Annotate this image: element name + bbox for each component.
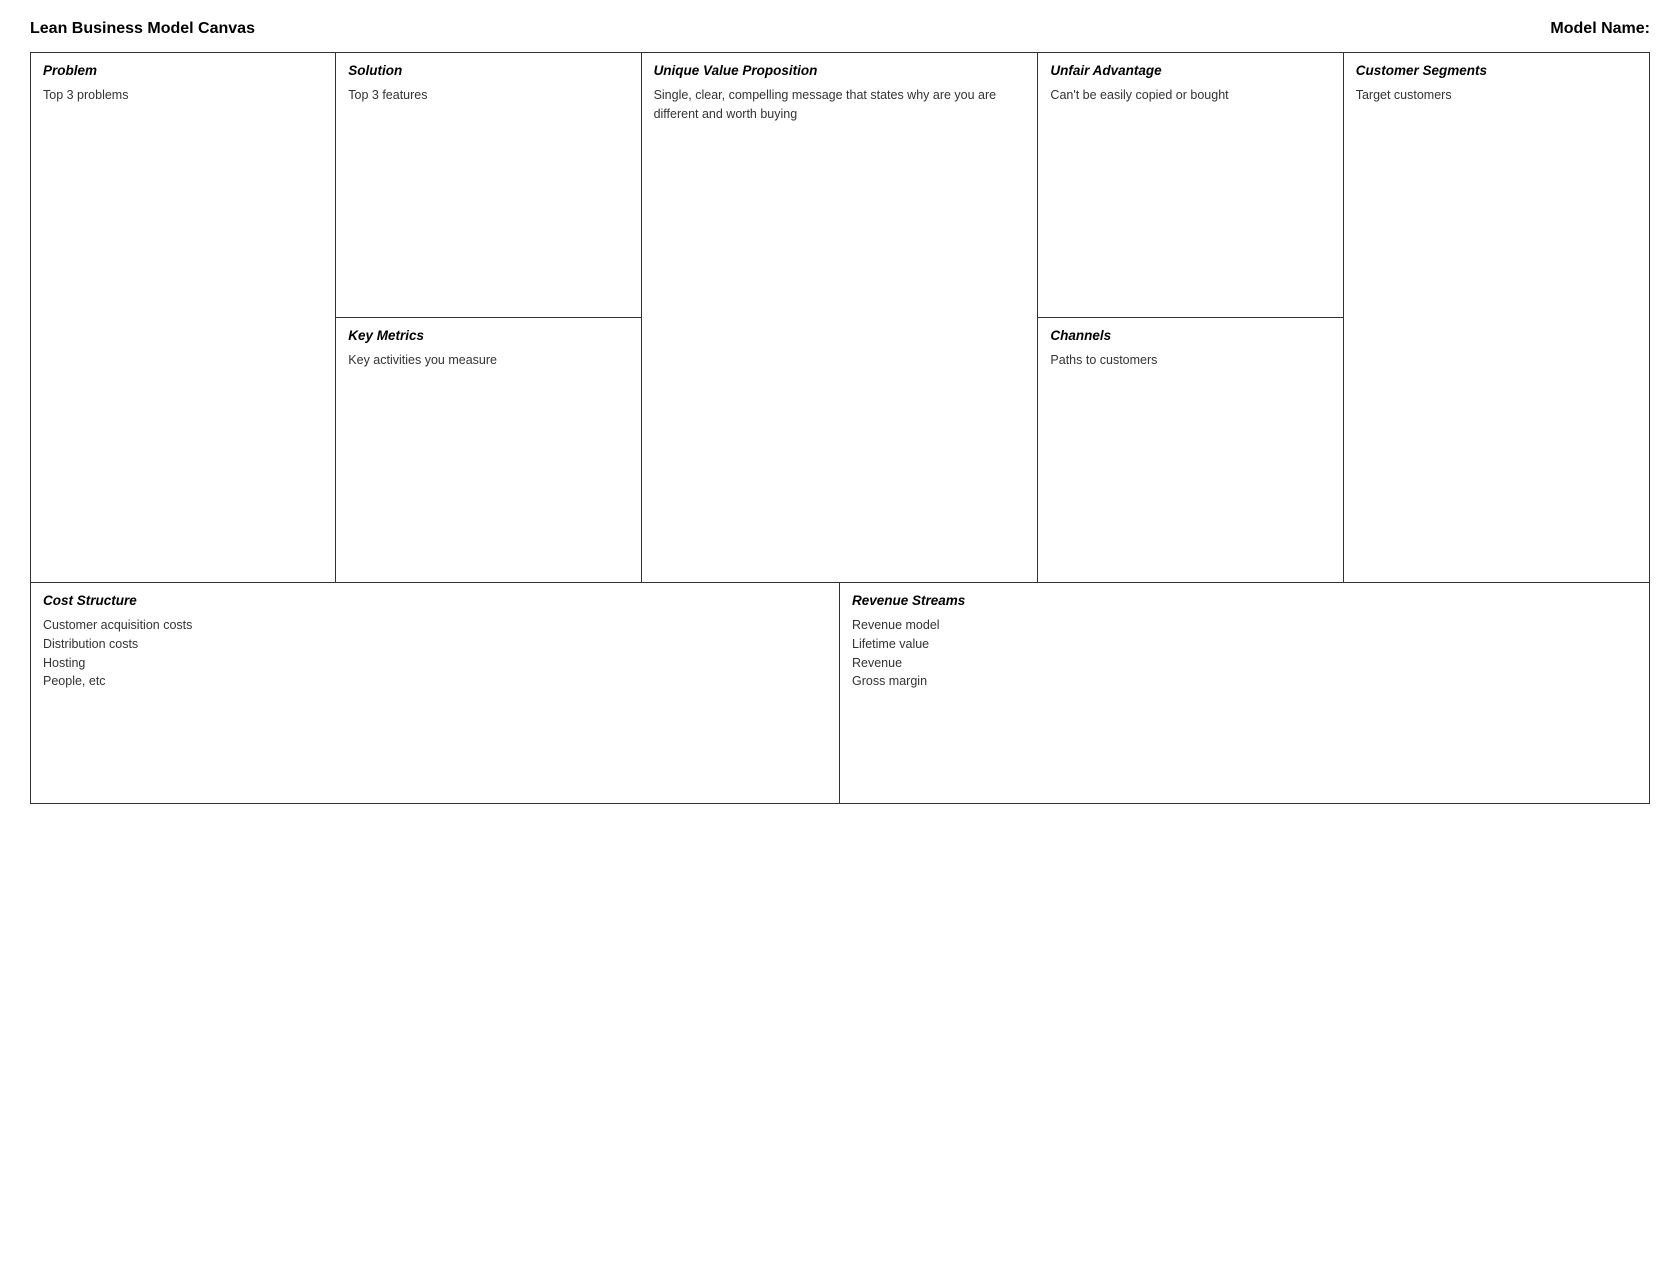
- channels-title: Channels: [1050, 328, 1330, 343]
- cost-structure-title: Cost Structure: [43, 593, 827, 608]
- revenue-streams-title: Revenue Streams: [852, 593, 1637, 608]
- cost-line-4: People, etc: [43, 672, 827, 691]
- cell-uvp: Unique Value Proposition Single, clear, …: [642, 53, 1039, 582]
- canvas-top: Problem Top 3 problems Solution Top 3 fe…: [31, 53, 1649, 583]
- cell-ua-col: Unfair Advantage Can't be easily copied …: [1038, 53, 1343, 582]
- revenue-line-1: Revenue model: [852, 616, 1637, 635]
- page-header: Lean Business Model Canvas Model Name:: [30, 20, 1650, 38]
- channels-body: Paths to customers: [1050, 351, 1330, 370]
- customer-segments-title: Customer Segments: [1356, 63, 1637, 78]
- model-name-label: Model Name:: [1550, 20, 1650, 38]
- cell-solution: Solution Top 3 features: [336, 53, 640, 318]
- cell-unfair-advantage: Unfair Advantage Can't be easily copied …: [1038, 53, 1342, 318]
- customer-segments-body: Target customers: [1356, 86, 1637, 105]
- cell-channels: Channels Paths to customers: [1038, 318, 1342, 582]
- uvp-title: Unique Value Proposition: [654, 63, 1026, 78]
- canvas: Problem Top 3 problems Solution Top 3 fe…: [30, 52, 1650, 804]
- solution-title: Solution: [348, 63, 628, 78]
- key-metrics-body: Key activities you measure: [348, 351, 628, 370]
- cell-cost-structure: Cost Structure Customer acquisition cost…: [31, 583, 840, 803]
- cost-structure-body: Customer acquisition costs Distribution …: [43, 616, 827, 691]
- cell-customer-segments: Customer Segments Target customers: [1344, 53, 1649, 582]
- key-metrics-title: Key Metrics: [348, 328, 628, 343]
- cost-line-1: Customer acquisition costs: [43, 616, 827, 635]
- revenue-streams-body: Revenue model Lifetime value Revenue Gro…: [852, 616, 1637, 691]
- solution-body: Top 3 features: [348, 86, 628, 105]
- revenue-line-2: Lifetime value: [852, 635, 1637, 654]
- uvp-body: Single, clear, compelling message that s…: [654, 86, 1026, 124]
- revenue-line-4: Gross margin: [852, 672, 1637, 691]
- cell-problem: Problem Top 3 problems: [31, 53, 336, 582]
- cost-line-2: Distribution costs: [43, 635, 827, 654]
- canvas-bottom: Cost Structure Customer acquisition cost…: [31, 583, 1649, 803]
- page-title: Lean Business Model Canvas: [30, 20, 255, 38]
- cost-line-3: Hosting: [43, 654, 827, 673]
- unfair-advantage-body: Can't be easily copied or bought: [1050, 86, 1330, 105]
- cell-revenue-streams: Revenue Streams Revenue model Lifetime v…: [840, 583, 1649, 803]
- unfair-advantage-title: Unfair Advantage: [1050, 63, 1330, 78]
- revenue-line-3: Revenue: [852, 654, 1637, 673]
- problem-body: Top 3 problems: [43, 86, 323, 105]
- problem-title: Problem: [43, 63, 323, 78]
- cell-solution-col: Solution Top 3 features Key Metrics Key …: [336, 53, 641, 582]
- cell-key-metrics: Key Metrics Key activities you measure: [336, 318, 640, 582]
